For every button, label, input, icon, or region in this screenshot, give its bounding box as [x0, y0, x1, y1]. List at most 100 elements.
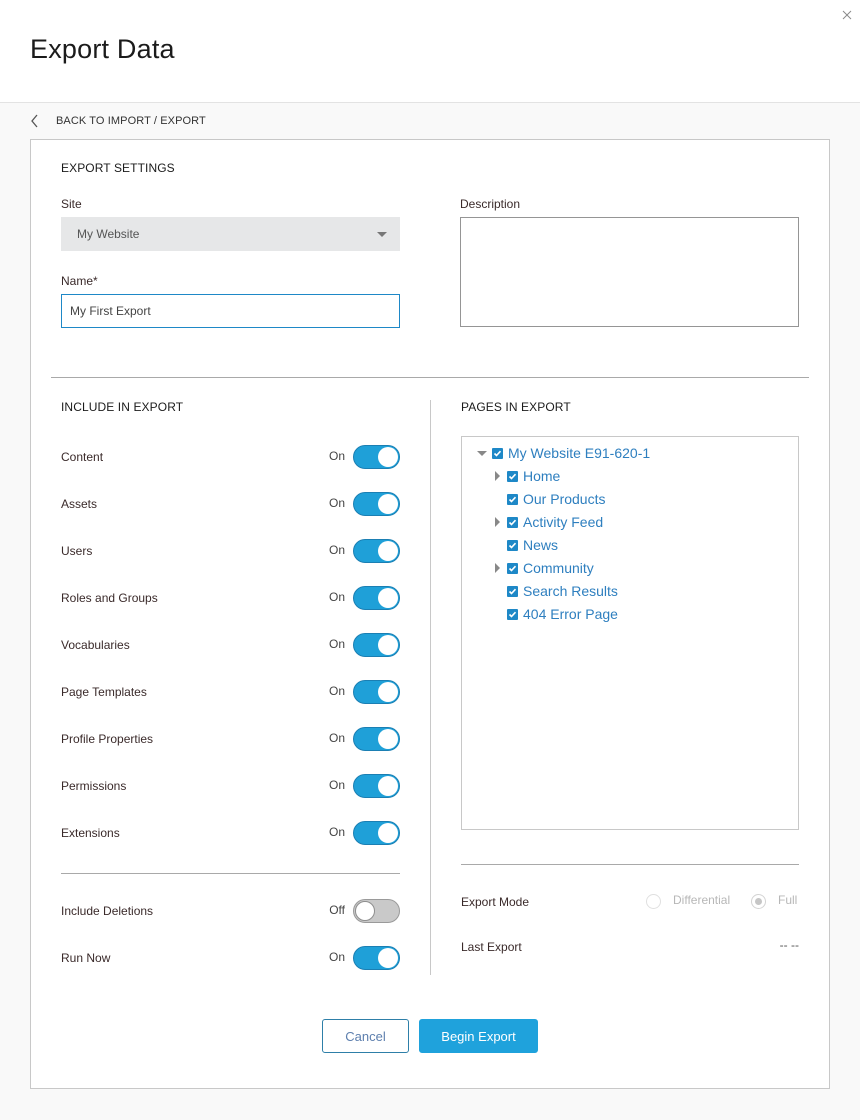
- toggle-knob: [378, 682, 398, 702]
- checkmark-icon: [508, 496, 517, 503]
- checkmark-icon: [508, 611, 517, 618]
- toggle-label: Profile Properties: [61, 732, 154, 746]
- tree-item-label[interactable]: My Website E91-620-1: [508, 445, 650, 461]
- checkmark-icon: [508, 519, 517, 526]
- page-checkbox[interactable]: [507, 562, 518, 574]
- toggle-state: On: [328, 496, 345, 510]
- page-checkbox[interactable]: [507, 493, 518, 505]
- name-label: Name*: [61, 274, 98, 288]
- radio-dot: [755, 898, 762, 905]
- tree-item-label[interactable]: Community: [523, 560, 594, 576]
- toggle-label: Page Templates: [61, 685, 147, 699]
- expand-toggle[interactable]: [477, 447, 487, 459]
- toggle-knob: [355, 901, 375, 921]
- page-checkbox[interactable]: [507, 585, 518, 597]
- tree-item-label[interactable]: News: [523, 537, 558, 553]
- page-checkbox[interactable]: [507, 539, 518, 551]
- checkmark-icon: [508, 565, 517, 572]
- site-select[interactable]: My Website: [61, 217, 400, 251]
- toggle-divider: [61, 873, 400, 874]
- full-radio[interactable]: [751, 894, 766, 909]
- page-checkbox[interactable]: [507, 516, 518, 528]
- toggle-label: Roles and Groups: [61, 591, 158, 605]
- toggle-label: Include Deletions: [61, 904, 154, 918]
- page-header: Export Data: [0, 0, 860, 103]
- tree-item-root: My Website E91-620-1: [477, 443, 650, 463]
- toggle-row-vocabularies: Vocabularies On: [61, 633, 400, 657]
- toggle-label: Content: [61, 450, 104, 464]
- checkmark-icon: [493, 450, 502, 457]
- caret-down-icon: [377, 232, 387, 237]
- toggle-state: On: [328, 449, 345, 463]
- description-textarea[interactable]: [460, 217, 799, 327]
- back-to-import-export-link[interactable]: BACK TO IMPORT / EXPORT: [30, 112, 206, 130]
- roles-and-groups-toggle[interactable]: [353, 586, 400, 610]
- last-export-value: -- --: [779, 938, 799, 952]
- tree-item-home: Home: [492, 466, 560, 486]
- toggle-state: On: [328, 543, 345, 557]
- site-label: Site: [61, 197, 82, 211]
- toggle-row-content: Content On: [61, 445, 400, 469]
- users-toggle[interactable]: [353, 539, 400, 563]
- include-deletions-toggle[interactable]: [353, 899, 400, 923]
- tree-item-label[interactable]: Activity Feed: [523, 514, 603, 530]
- toggle-row-assets: Assets On: [61, 492, 400, 516]
- toggle-knob: [378, 541, 398, 561]
- tree-item-label[interactable]: Home: [523, 468, 560, 484]
- differential-radio-label: Differential: [673, 893, 731, 907]
- expand-toggle[interactable]: [492, 470, 502, 482]
- toggle-knob: [378, 729, 398, 749]
- tree-item-community: Community: [492, 558, 594, 578]
- content-toggle[interactable]: [353, 445, 400, 469]
- chevron-left-icon: [31, 114, 38, 128]
- toggle-label: Users: [61, 544, 93, 558]
- page-checkbox[interactable]: [492, 447, 503, 459]
- page-checkbox[interactable]: [507, 608, 518, 620]
- name-input[interactable]: [61, 294, 400, 328]
- page-checkbox[interactable]: [507, 470, 518, 482]
- vocabularies-toggle[interactable]: [353, 633, 400, 657]
- toggle-label: Vocabularies: [61, 638, 130, 652]
- description-label: Description: [460, 197, 521, 211]
- tree-item-404-error-page: 404 Error Page: [492, 604, 618, 624]
- toggle-row-users: Users On: [61, 539, 400, 563]
- tree-item-our-products: Our Products: [492, 489, 605, 509]
- caret-down-icon: [477, 450, 487, 456]
- tree-item-label[interactable]: Search Results: [523, 583, 618, 599]
- full-radio-label: Full: [778, 893, 798, 907]
- toggle-state: On: [328, 825, 345, 839]
- begin-export-button[interactable]: Begin Export: [419, 1019, 538, 1053]
- tree-item-label[interactable]: 404 Error Page: [523, 606, 618, 622]
- toggle-state: On: [328, 637, 345, 651]
- cancel-button[interactable]: Cancel: [322, 1019, 409, 1053]
- expand-toggle[interactable]: [492, 562, 502, 574]
- differential-radio[interactable]: [646, 894, 661, 909]
- export-mode-label: Export Mode: [461, 895, 530, 909]
- profile-properties-toggle[interactable]: [353, 727, 400, 751]
- extensions-toggle[interactable]: [353, 821, 400, 845]
- checkmark-icon: [508, 588, 517, 595]
- toggle-knob: [378, 588, 398, 608]
- toggle-knob: [378, 823, 398, 843]
- run-now-toggle[interactable]: [353, 946, 400, 970]
- assets-toggle[interactable]: [353, 492, 400, 516]
- toggle-knob: [378, 635, 398, 655]
- close-icon[interactable]: [840, 8, 854, 22]
- caret-right-icon: [494, 471, 500, 481]
- expand-toggle[interactable]: [492, 516, 502, 528]
- permissions-toggle[interactable]: [353, 774, 400, 798]
- toggle-knob: [378, 948, 398, 968]
- toggle-knob: [378, 776, 398, 796]
- toggle-state: On: [328, 778, 345, 792]
- pages-in-export-heading: PAGES IN EXPORT: [461, 400, 571, 414]
- checkmark-icon: [508, 473, 517, 480]
- page-templates-toggle[interactable]: [353, 680, 400, 704]
- export-panel: EXPORT SETTINGS Site My Website Name* De…: [30, 139, 830, 1089]
- tree-item-news: News: [492, 535, 558, 555]
- toggle-row-extensions: Extensions On: [61, 821, 400, 845]
- export-settings-heading: EXPORT SETTINGS: [61, 161, 175, 175]
- column-divider: [430, 400, 431, 975]
- last-export-label: Last Export: [461, 940, 522, 954]
- toggle-state: On: [328, 590, 345, 604]
- tree-item-label[interactable]: Our Products: [523, 491, 605, 507]
